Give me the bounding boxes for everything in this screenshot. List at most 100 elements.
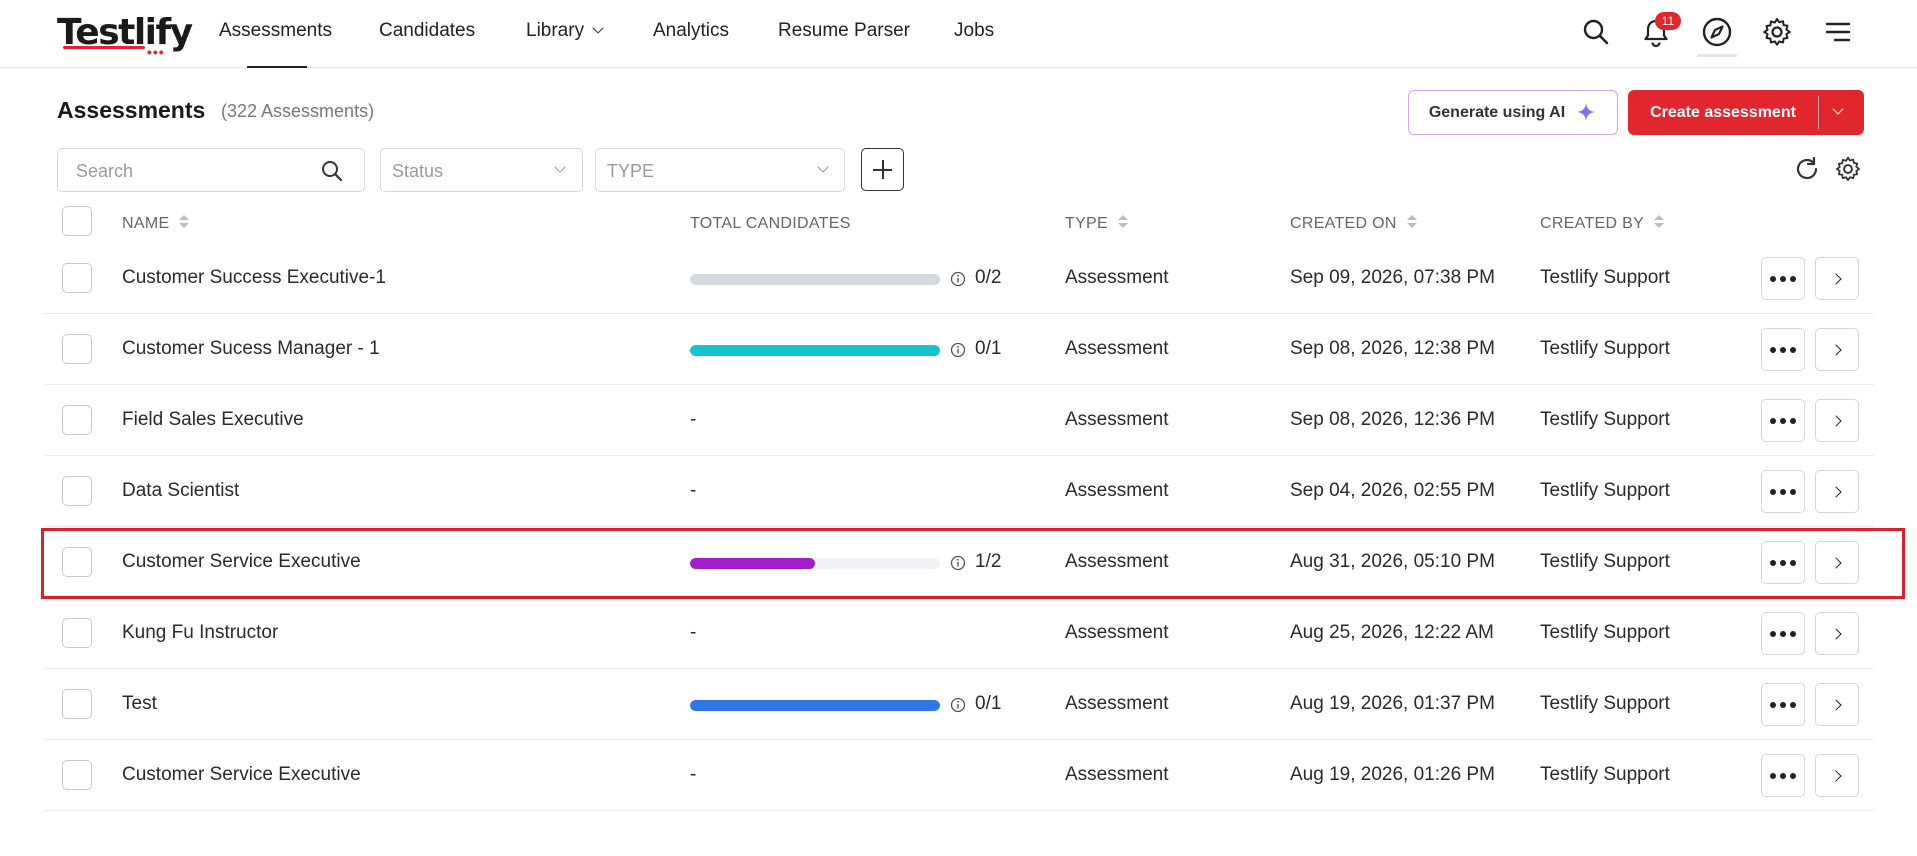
candidates-count: 0/1 — [975, 338, 1002, 359]
row-checkbox[interactable] — [62, 760, 92, 790]
dot-icon — [1790, 275, 1796, 282]
create-assessment-button[interactable]: Create assessment — [1628, 90, 1864, 135]
row-checkbox[interactable] — [62, 618, 92, 648]
assessment-name[interactable]: Customer Success Executive-1 — [122, 267, 386, 289]
select-all-checkbox[interactable] — [62, 206, 92, 236]
status-filter-select[interactable]: Status — [380, 148, 583, 192]
sort-icon[interactable] — [179, 214, 190, 229]
more-options-button[interactable] — [1761, 257, 1805, 300]
column-header-name[interactable]: NAME — [122, 214, 190, 233]
dot-icon — [1780, 772, 1786, 779]
table-row[interactable]: Customer Service Executive - Assessment Aug… — [44, 740, 1874, 811]
nav-library[interactable]: Library — [526, 20, 604, 42]
progress-fill — [690, 345, 940, 356]
sort-icon[interactable] — [1118, 214, 1128, 229]
info-icon[interactable] — [950, 342, 966, 358]
open-assessment-button[interactable] — [1815, 470, 1859, 513]
open-assessment-button[interactable] — [1815, 399, 1859, 442]
nav-candidates[interactable]: Candidates — [379, 20, 475, 42]
nav-jobs[interactable]: Jobs — [954, 20, 994, 42]
created-by: Testlify Support — [1540, 409, 1670, 430]
type-filter-select[interactable]: TYPE — [595, 148, 845, 192]
column-header-created-on-label: CREATED ON — [1290, 215, 1397, 232]
more-options-button[interactable] — [1761, 754, 1805, 797]
more-options-button[interactable] — [1761, 683, 1805, 726]
created-on: Sep 09, 2026, 07:38 PM — [1290, 267, 1495, 288]
row-checkbox[interactable] — [62, 405, 92, 435]
sort-icon[interactable] — [1406, 214, 1417, 229]
column-header-created-by[interactable]: CREATED BY — [1540, 214, 1665, 233]
column-header-type[interactable]: TYPE — [1065, 214, 1128, 233]
dot-icon — [1770, 701, 1776, 708]
more-options-button[interactable] — [1761, 470, 1805, 513]
add-filter-button[interactable] — [861, 148, 904, 191]
open-assessment-button[interactable] — [1815, 683, 1859, 726]
assessment-name[interactable]: Data Scientist — [122, 480, 239, 502]
more-options-button[interactable] — [1761, 612, 1805, 655]
search-input[interactable] — [76, 159, 306, 183]
nav-assessments[interactable]: Assessments — [219, 20, 332, 42]
created-by: Testlify Support — [1540, 764, 1670, 785]
menu-icon[interactable] — [1820, 14, 1856, 50]
row-checkbox[interactable] — [62, 689, 92, 719]
assessment-name[interactable]: Test — [122, 693, 157, 715]
type-filter-label: TYPE — [607, 161, 655, 181]
assessment-name[interactable]: Kung Fu Instructor — [122, 622, 278, 644]
dot-icon — [1790, 488, 1796, 495]
create-button-divider — [1818, 96, 1819, 129]
table-row[interactable]: Data Scientist - Assessment Sep 04, 2026, 0… — [44, 456, 1874, 527]
refresh-icon[interactable] — [1789, 151, 1825, 187]
candidates-empty: - — [690, 764, 697, 785]
info-icon[interactable] — [950, 555, 966, 571]
assessment-type: Assessment — [1065, 764, 1169, 785]
created-on: Aug 19, 2026, 01:37 PM — [1290, 693, 1495, 714]
nav-analytics[interactable]: Analytics — [653, 20, 729, 42]
logo-underline — [63, 46, 145, 49]
search-icon[interactable] — [320, 159, 344, 183]
table-row[interactable]: Customer Sucess Manager - 1 0/1 Assessment… — [44, 314, 1874, 385]
candidates-progress-bar — [690, 274, 940, 285]
gear-icon[interactable] — [1759, 14, 1795, 50]
sort-icon[interactable] — [1654, 214, 1665, 229]
open-assessment-button[interactable] — [1815, 754, 1859, 797]
row-checkbox[interactable] — [62, 263, 92, 293]
open-assessment-button[interactable] — [1815, 328, 1859, 371]
top-nav-bar: Testlify ••• Assessments Candidates Libr… — [0, 0, 1917, 68]
row-checkbox[interactable] — [62, 476, 92, 506]
open-assessment-button[interactable] — [1815, 612, 1859, 655]
sparkle-icon — [1577, 102, 1596, 121]
assessment-name[interactable]: Customer Service Executive — [122, 551, 361, 573]
assessment-name[interactable]: Field Sales Executive — [122, 409, 304, 431]
row-checkbox[interactable] — [62, 547, 92, 577]
created-by: Testlify Support — [1540, 338, 1670, 359]
assessment-name[interactable]: Customer Service Executive — [122, 764, 361, 786]
candidates-count: 1/2 — [975, 551, 1002, 572]
generate-using-ai-button[interactable]: Generate using AI — [1408, 90, 1618, 135]
compass-icon[interactable] — [1699, 14, 1735, 50]
table-row[interactable]: Field Sales Executive - Assessment Sep 08, … — [44, 385, 1874, 456]
dot-icon — [1770, 488, 1776, 495]
table-row[interactable]: Test 0/1 Assessment Aug 19, 2026, 01:37 PM T… — [44, 669, 1874, 740]
table-row[interactable]: Customer Success Executive-1 0/2 Assessmen… — [44, 243, 1874, 314]
more-options-button[interactable] — [1761, 541, 1805, 584]
table-row[interactable]: Customer Service Executive 1/2 Assessment A… — [44, 527, 1874, 598]
open-assessment-button[interactable] — [1815, 257, 1859, 300]
assessment-type: Assessment — [1065, 551, 1169, 572]
column-header-created-on[interactable]: CREATED ON — [1290, 214, 1417, 233]
assessment-name[interactable]: Customer Sucess Manager - 1 — [122, 338, 380, 360]
chevron-down-icon[interactable] — [1832, 103, 1844, 115]
created-by: Testlify Support — [1540, 622, 1670, 643]
search-icon[interactable] — [1578, 14, 1614, 50]
table-settings-gear-icon[interactable] — [1830, 151, 1866, 187]
open-assessment-button[interactable] — [1815, 541, 1859, 584]
dot-icon — [1780, 346, 1786, 353]
more-options-button[interactable] — [1761, 399, 1805, 442]
nav-resume-parser[interactable]: Resume Parser — [778, 20, 910, 42]
chevron-down-icon — [817, 161, 829, 173]
more-options-button[interactable] — [1761, 328, 1805, 371]
info-icon[interactable] — [950, 271, 966, 287]
row-checkbox[interactable] — [62, 334, 92, 364]
table-row[interactable]: Kung Fu Instructor - Assessment Aug 25, 202… — [44, 598, 1874, 669]
dot-icon — [1780, 417, 1786, 424]
info-icon[interactable] — [950, 697, 966, 713]
